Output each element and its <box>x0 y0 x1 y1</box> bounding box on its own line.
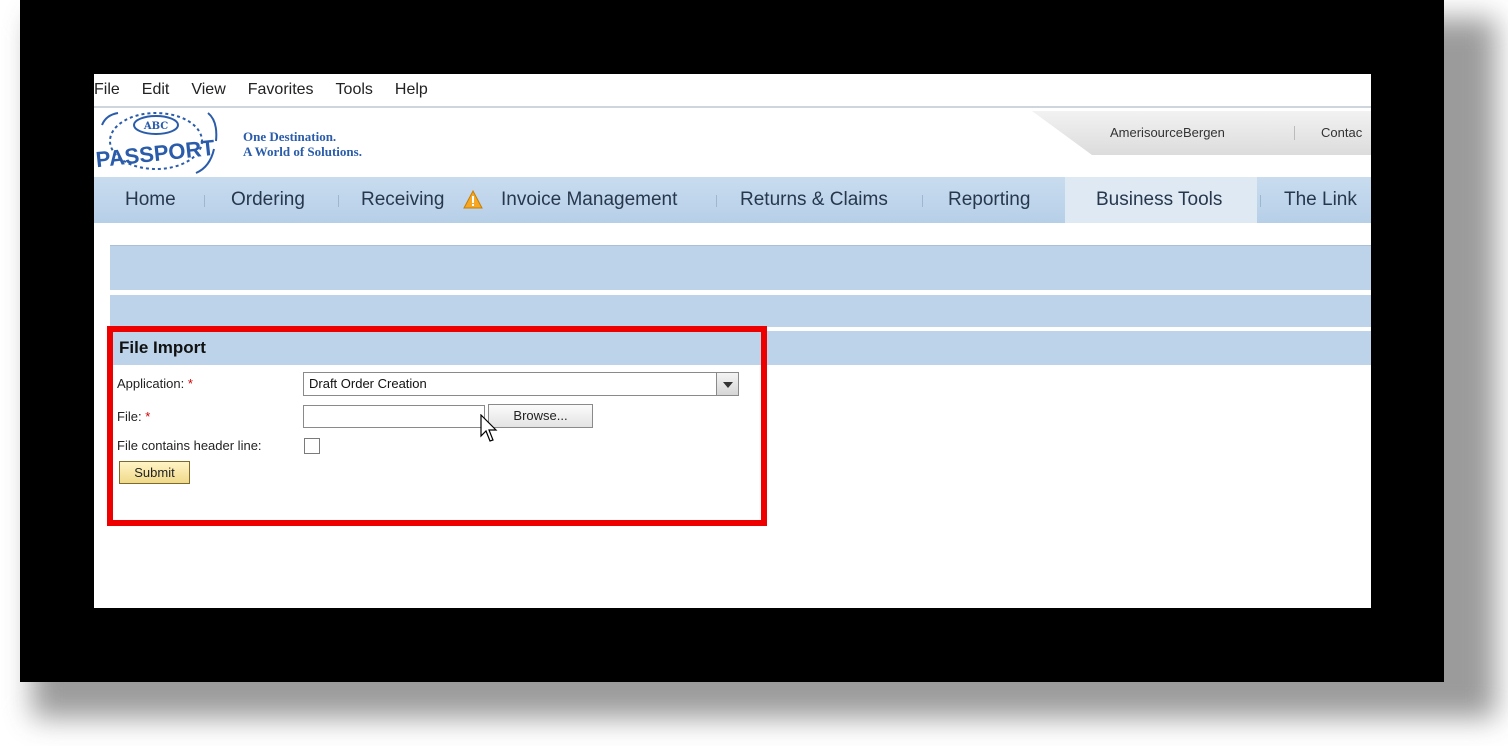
menu-favorites[interactable]: Favorites <box>248 81 314 99</box>
menu-edit[interactable]: Edit <box>142 81 170 99</box>
nav-divider <box>204 195 205 207</box>
logo-badge: ABC <box>143 121 168 132</box>
stage: File Edit View Favorites Tools Help ABC … <box>0 0 1508 746</box>
content-header-bar <box>110 245 1371 290</box>
tagline-line-1: One Destination. <box>243 129 337 144</box>
menu-help[interactable]: Help <box>395 81 428 99</box>
passport-logo[interactable]: ABC PASSPORT <box>95 111 222 177</box>
red-highlight-box <box>107 326 767 526</box>
menu-tools[interactable]: Tools <box>336 81 373 99</box>
nav-receiving[interactable]: Receiving <box>361 177 444 223</box>
menu-file[interactable]: File <box>94 81 120 99</box>
tagline-line-2: A World of Solutions. <box>243 144 362 159</box>
main-nav: Home Ordering Receiving Invoice Manageme… <box>94 177 1371 223</box>
amerisourcebergen-link[interactable]: AmerisourceBergen <box>1110 125 1225 140</box>
mouse-cursor-icon <box>480 414 498 442</box>
nav-ordering[interactable]: Ordering <box>231 177 305 223</box>
browser-window: File Edit View Favorites Tools Help ABC … <box>94 74 1371 608</box>
nav-home[interactable]: Home <box>125 177 176 223</box>
site-header: ABC PASSPORT One Destination. A World of… <box>94 109 1371 177</box>
nav-business-tools[interactable]: Business Tools <box>1096 177 1222 223</box>
nav-invoice-management[interactable]: Invoice Management <box>501 177 677 223</box>
tagline: One Destination. A World of Solutions. <box>243 129 362 159</box>
nav-divider <box>716 195 717 207</box>
menu-bar: File Edit View Favorites Tools Help <box>94 74 1371 108</box>
utility-divider <box>1294 126 1295 140</box>
nav-divider <box>338 195 339 207</box>
menu-view[interactable]: View <box>191 81 225 99</box>
nav-reporting[interactable]: Reporting <box>948 177 1030 223</box>
contact-link[interactable]: Contac <box>1321 125 1362 140</box>
content-subheader-bar <box>110 295 1371 327</box>
nav-returns-claims[interactable]: Returns & Claims <box>740 177 888 223</box>
nav-divider <box>922 195 923 207</box>
logo-text: PASSPORT <box>96 135 216 172</box>
nav-divider <box>1260 195 1261 207</box>
nav-the-link[interactable]: The Link <box>1284 177 1357 223</box>
warning-icon <box>463 190 483 209</box>
